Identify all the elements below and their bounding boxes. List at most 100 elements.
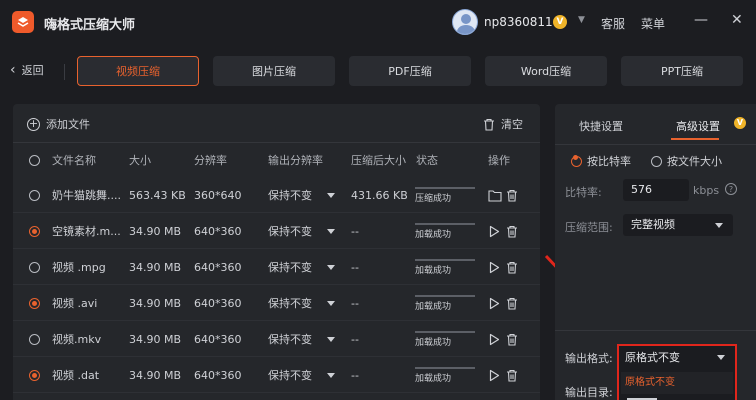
filesize-radio[interactable] [651, 155, 662, 167]
trash-icon [484, 118, 494, 131]
progress-bar [415, 295, 475, 297]
trash-icon[interactable] [506, 225, 520, 239]
tab-pdf-compress[interactable]: PDF压缩 [349, 56, 471, 86]
output-resolution-select[interactable]: 保持不变 [268, 178, 312, 213]
chevron-down-icon[interactable] [327, 337, 335, 342]
output-resolution-select[interactable]: 保持不变 [268, 322, 312, 357]
file-resolution: 640*360 [194, 225, 242, 238]
back-button[interactable]: ‹ 返回 [10, 62, 44, 78]
compressed-size: 431.66 KB [351, 189, 408, 202]
row-select-radio[interactable] [29, 298, 40, 309]
output-format-label: 输出格式: [565, 352, 613, 365]
trash-icon[interactable] [506, 189, 520, 203]
col-resolution: 分辨率 [194, 154, 227, 167]
divider [13, 248, 540, 249]
play-icon[interactable] [488, 261, 502, 275]
tab-quick-settings[interactable]: 快捷设置 [579, 118, 623, 134]
output-format-select[interactable]: 原格式不变 [621, 348, 733, 368]
table-row[interactable]: 视频 .mpg 34.90 MB 640*360 保持不变 -- 加载成功 [13, 250, 540, 285]
row-select-radio[interactable] [29, 226, 40, 237]
output-resolution-select[interactable]: 保持不变 [268, 286, 312, 321]
file-name: 视频 .mpg [52, 261, 106, 274]
play-icon[interactable] [488, 369, 502, 383]
tab-advanced-settings[interactable]: 高级设置 [676, 118, 720, 134]
chevron-down-icon[interactable] [327, 265, 335, 270]
row-select-radio[interactable] [29, 334, 40, 345]
tab-video-compress[interactable]: 视频压缩 [77, 56, 199, 86]
file-resolution: 640*360 [194, 261, 242, 274]
file-resolution: 640*360 [194, 369, 242, 382]
file-name: 视频.mkv [52, 333, 102, 346]
output-resolution-select[interactable]: 保持不变 [268, 250, 312, 285]
select-all-radio[interactable] [29, 155, 40, 166]
menu-button[interactable]: 菜单 [641, 15, 665, 32]
mode-bitrate-label: 按比特率 [587, 155, 631, 168]
chevron-down-icon[interactable] [327, 229, 335, 234]
output-resolution-select[interactable]: 保持不变 [268, 214, 312, 249]
status-indicator: 加载成功 [415, 367, 477, 384]
chevron-down-icon[interactable] [327, 373, 335, 378]
play-icon[interactable] [488, 297, 502, 311]
vip-badge-icon: V [553, 15, 567, 29]
username[interactable]: np8360811 [484, 15, 553, 29]
status-indicator: 加载成功 [415, 331, 477, 348]
compressed-size: -- [351, 297, 359, 310]
row-select-radio[interactable] [29, 262, 40, 273]
table-row[interactable]: 视频 .avi 34.90 MB 640*360 保持不变 -- 加载成功 [13, 286, 540, 321]
chevron-down-icon [717, 355, 725, 360]
file-resolution: 640*360 [194, 297, 242, 310]
play-icon[interactable] [488, 333, 502, 347]
output-resolution-select[interactable]: 保持不变 [268, 358, 312, 393]
divider [13, 320, 540, 321]
tab-image-compress[interactable]: 图片压缩 [213, 56, 335, 86]
folder-icon[interactable] [488, 189, 502, 203]
customer-service-button[interactable]: 客服 [601, 15, 625, 32]
minimize-button[interactable]: — [694, 12, 708, 28]
help-icon[interactable]: ? [725, 183, 737, 195]
bitrate-unit: kbps [693, 184, 720, 197]
mode-bitrate-option[interactable]: 按比特率 [571, 153, 631, 169]
clear-button[interactable]: 清空 [483, 116, 523, 132]
progress-bar [415, 223, 475, 225]
trash-icon[interactable] [506, 333, 520, 347]
tab-ppt-compress[interactable]: PPT压缩 [621, 56, 743, 86]
output-format-value: 原格式不变 [625, 351, 680, 364]
divider [13, 284, 540, 285]
row-select-radio[interactable] [29, 370, 40, 381]
range-select[interactable]: 完整视频 [623, 214, 733, 236]
table-row[interactable]: 视频 .dat 34.90 MB 640*360 保持不变 -- 加载成功 [13, 358, 540, 393]
avatar[interactable] [452, 9, 478, 35]
play-icon[interactable] [488, 225, 502, 239]
file-size: 34.90 MB [129, 369, 182, 382]
divider [13, 212, 540, 213]
trash-icon[interactable] [506, 297, 520, 311]
file-resolution: 360*640 [194, 189, 242, 202]
back-label: 返回 [21, 64, 44, 77]
file-size: 34.90 MB [129, 261, 182, 274]
table-row[interactable]: 空镜素材.m... 34.90 MB 640*360 保持不变 -- 加载成功 [13, 214, 540, 249]
table-row[interactable]: 奶牛猫跳舞.... 563.43 KB 360*640 保持不变 431.66 KB 压缩… [13, 178, 540, 213]
output-format-dropdown[interactable]: 原格式不变 原格式不变 [617, 344, 737, 400]
status-indicator: 压缩成功 [415, 187, 477, 204]
row-select-radio[interactable] [29, 190, 40, 201]
trash-icon[interactable] [506, 369, 520, 383]
col-actions: 操作 [488, 154, 510, 167]
bitrate-radio[interactable] [571, 155, 582, 167]
status-indicator: 加载成功 [415, 223, 477, 240]
bitrate-input[interactable]: 576 [623, 179, 689, 201]
close-button[interactable]: ✕ [731, 12, 743, 28]
chevron-down-icon[interactable] [327, 193, 335, 198]
trash-icon[interactable] [506, 261, 520, 275]
progress-bar [415, 187, 475, 189]
format-option[interactable]: 原格式不变 [621, 372, 733, 394]
table-row[interactable]: 视频.mkv 34.90 MB 640*360 保持不变 -- 加载成功 [13, 322, 540, 357]
tab-word-compress[interactable]: Word压缩 [485, 56, 607, 86]
add-file-button[interactable]: + 添加文件 [27, 116, 90, 132]
status-text: 压缩成功 [415, 194, 452, 204]
chevron-down-icon[interactable] [327, 301, 335, 306]
divider [13, 356, 540, 357]
output-dir-label: 输出目录: [565, 386, 613, 399]
chevron-down-icon[interactable]: ▼ [578, 15, 585, 25]
app-title: 嗨格式压缩大师 [44, 18, 136, 33]
mode-filesize-option[interactable]: 按文件大小 [651, 153, 722, 169]
